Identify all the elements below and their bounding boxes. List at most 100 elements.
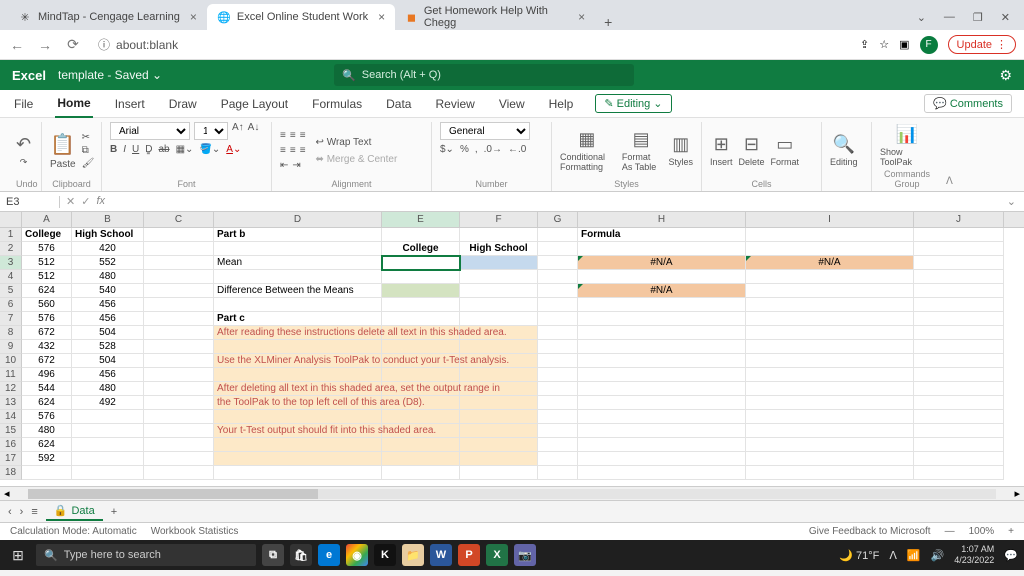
cell[interactable]: 624 xyxy=(22,396,72,410)
tab-insert[interactable]: Insert xyxy=(113,91,147,117)
cell[interactable] xyxy=(144,242,214,256)
cell[interactable] xyxy=(144,340,214,354)
delete-cells-button[interactable]: ⊟Delete xyxy=(739,134,765,167)
star-icon[interactable]: ☆ xyxy=(879,38,889,51)
strike-button[interactable]: ab xyxy=(158,144,169,155)
merge-center-button[interactable]: ⬌ Merge & Center xyxy=(316,154,398,165)
tray-chevron-icon[interactable]: ᐱ xyxy=(889,549,897,562)
col-header[interactable]: A xyxy=(22,212,72,227)
cell[interactable] xyxy=(382,410,460,424)
cell[interactable] xyxy=(538,242,578,256)
row-header[interactable]: 3 xyxy=(0,256,22,270)
insert-cells-button[interactable]: ⊞Insert xyxy=(710,134,733,167)
cell[interactable]: 480 xyxy=(22,424,72,438)
row-header[interactable]: 8 xyxy=(0,326,22,340)
cell[interactable] xyxy=(538,382,578,396)
cell[interactable] xyxy=(538,396,578,410)
cell[interactable] xyxy=(914,368,1004,382)
cell[interactable] xyxy=(746,354,914,368)
editing-mode[interactable]: ✎ Editing ⌄ xyxy=(595,94,671,113)
cell[interactable] xyxy=(72,410,144,424)
percent-icon[interactable]: % xyxy=(460,144,469,155)
cell[interactable] xyxy=(914,382,1004,396)
cell[interactable] xyxy=(144,466,214,480)
cell[interactable] xyxy=(914,424,1004,438)
wifi-icon[interactable]: 📶 xyxy=(907,549,921,562)
start-button[interactable]: ⊞ xyxy=(6,547,30,564)
row-header[interactable]: 18 xyxy=(0,466,22,480)
cell[interactable] xyxy=(144,410,214,424)
cell[interactable] xyxy=(214,340,382,354)
cell[interactable] xyxy=(214,410,382,424)
reload-button[interactable]: ⟳ xyxy=(64,36,82,53)
cell[interactable] xyxy=(578,298,746,312)
bold-button[interactable]: B xyxy=(110,144,117,155)
cell[interactable] xyxy=(382,298,460,312)
cell[interactable] xyxy=(382,228,460,242)
editing-button[interactable]: 🔍Editing xyxy=(830,134,858,167)
cell[interactable] xyxy=(382,438,460,452)
cell[interactable] xyxy=(538,354,578,368)
cell[interactable] xyxy=(538,298,578,312)
align-right-icon[interactable]: ≡ xyxy=(300,145,306,156)
row-header[interactable]: 17 xyxy=(0,452,22,466)
cell[interactable] xyxy=(538,424,578,438)
row-header[interactable]: 5 xyxy=(0,284,22,298)
cell[interactable]: College xyxy=(382,242,460,256)
cell[interactable]: #N/A xyxy=(578,256,746,270)
cell[interactable]: Your t-Test output should fit into this … xyxy=(214,424,382,438)
word-icon[interactable]: W xyxy=(430,544,452,566)
cell[interactable] xyxy=(578,396,746,410)
cell[interactable] xyxy=(914,256,1004,270)
align-bot-icon[interactable]: ≡ xyxy=(300,130,306,141)
cell[interactable]: 456 xyxy=(72,312,144,326)
cell[interactable] xyxy=(214,452,382,466)
cell[interactable] xyxy=(144,368,214,382)
cell[interactable] xyxy=(214,298,382,312)
comma-icon[interactable]: , xyxy=(475,144,478,155)
back-button[interactable]: ← xyxy=(8,37,26,53)
maximize-icon[interactable]: ❐ xyxy=(973,11,983,24)
tab-page-layout[interactable]: Page Layout xyxy=(219,91,290,117)
cell[interactable] xyxy=(578,326,746,340)
tab-data[interactable]: Data xyxy=(384,91,413,117)
all-sheets-icon[interactable]: ≡ xyxy=(31,506,37,518)
cell[interactable] xyxy=(914,354,1004,368)
increase-font-icon[interactable]: A↑ xyxy=(232,122,244,140)
row-header[interactable]: 2 xyxy=(0,242,22,256)
cell[interactable] xyxy=(914,466,1004,480)
cell[interactable] xyxy=(214,242,382,256)
cell[interactable] xyxy=(578,354,746,368)
cell[interactable] xyxy=(144,438,214,452)
volume-icon[interactable]: 🔊 xyxy=(931,549,945,562)
gear-icon[interactable]: ⚙ xyxy=(999,67,1012,84)
col-header[interactable]: F xyxy=(460,212,538,227)
cell[interactable]: 560 xyxy=(22,298,72,312)
col-header[interactable]: I xyxy=(746,212,914,227)
cell[interactable] xyxy=(538,326,578,340)
cell[interactable] xyxy=(460,368,538,382)
cell[interactable] xyxy=(460,228,538,242)
row-header[interactable]: 10 xyxy=(0,354,22,368)
row-header[interactable]: 15 xyxy=(0,424,22,438)
comments-button[interactable]: 💬 Comments xyxy=(924,94,1012,113)
row-header[interactable]: 16 xyxy=(0,438,22,452)
undo-button[interactable]: ↶↷ xyxy=(16,134,31,168)
excel-icon[interactable]: X xyxy=(486,544,508,566)
cell[interactable]: After deleting all text in this shaded a… xyxy=(214,382,382,396)
cell[interactable] xyxy=(914,340,1004,354)
col-header[interactable]: B xyxy=(72,212,144,227)
cell[interactable] xyxy=(214,466,382,480)
tab-home[interactable]: Home xyxy=(55,90,92,118)
cell[interactable] xyxy=(460,284,538,298)
cell[interactable]: 672 xyxy=(22,326,72,340)
cell[interactable] xyxy=(460,256,538,270)
show-toolpak-button[interactable]: 📊Show ToolPak xyxy=(880,124,934,167)
search-input[interactable]: 🔍 Search (Alt + Q) xyxy=(334,64,634,86)
col-header[interactable]: G xyxy=(538,212,578,227)
col-header[interactable]: D xyxy=(214,212,382,227)
cell[interactable] xyxy=(538,340,578,354)
row-header[interactable]: 6 xyxy=(0,298,22,312)
cell[interactable]: 480 xyxy=(72,270,144,284)
cell[interactable] xyxy=(746,396,914,410)
